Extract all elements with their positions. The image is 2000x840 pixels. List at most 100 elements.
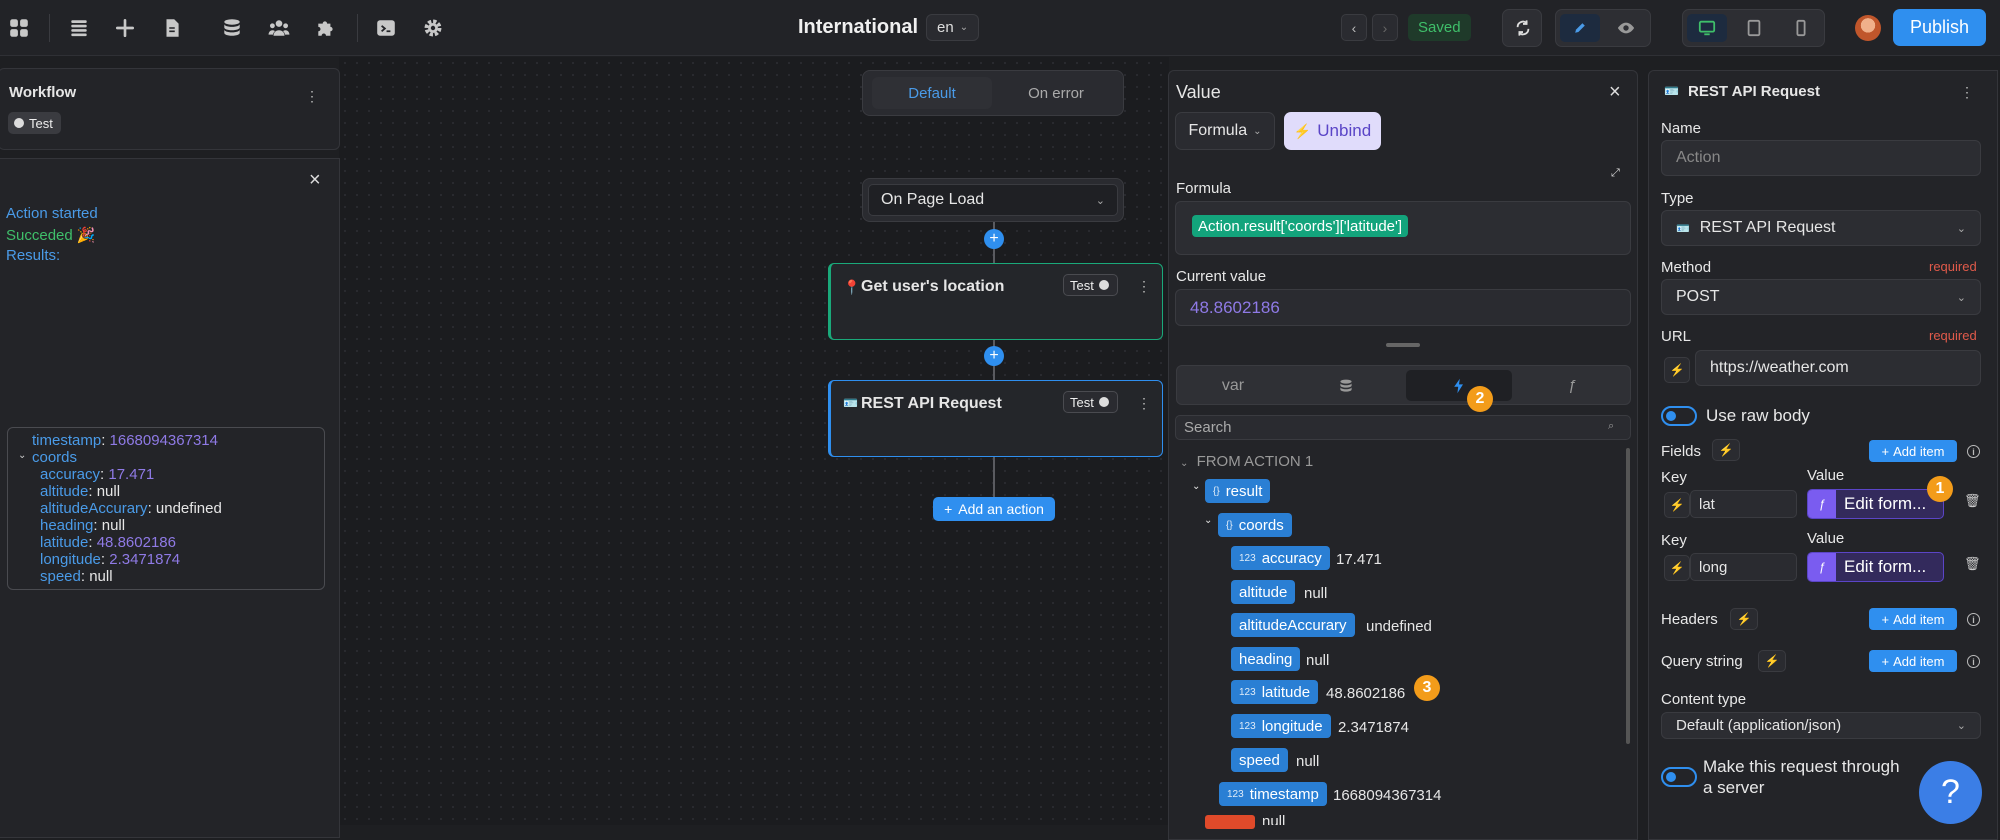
close-icon[interactable]: × [1609,82,1621,102]
action-get-location[interactable]: 📍 Get user's location Test ⋮ [828,263,1163,340]
search-input[interactable]: Search [1175,415,1631,440]
add-header-button[interactable]: + Add item [1869,608,1957,630]
tree-node-error[interactable] [1205,815,1255,829]
server-request-toggle[interactable] [1661,767,1697,787]
settings-gear-icon[interactable] [419,14,447,42]
apps-grid-icon[interactable] [5,14,33,42]
raw-body-toggle[interactable] [1661,406,1697,426]
action-test-button[interactable]: Test [1063,391,1118,413]
chevron-down-icon[interactable]: ⌄ [1204,515,1212,526]
close-icon[interactable]: × [309,170,321,190]
publish-button[interactable]: Publish [1893,9,1986,46]
mobile-view-button[interactable] [1781,14,1821,42]
preview-mode-button[interactable] [1606,14,1646,42]
tab-on-error[interactable]: On error [996,77,1116,109]
binding-mode-select[interactable]: Formula ⌄ [1175,112,1275,150]
plug-icon: ⚡ [1669,363,1685,377]
url-input[interactable]: https://weather.com [1695,350,1981,386]
tree-node-altitude-accuracy[interactable]: altitudeAccurary [1231,613,1355,637]
tree-node-altitude[interactable]: altitude [1231,580,1296,604]
desktop-view-button[interactable] [1687,14,1727,42]
database-icon[interactable] [218,14,246,42]
tree-header[interactable]: ⌄ FROM ACTION 1 [1180,453,1313,470]
result-separator: : [88,534,97,551]
test-label: Test [1070,394,1094,410]
layers-list-icon[interactable] [65,14,93,42]
add-field-button[interactable]: + Add item [1869,440,1957,462]
tablet-view-button[interactable] [1734,14,1774,42]
bind-headers-button[interactable]: ⚡ [1730,608,1758,630]
expand-icon[interactable]: ⤢ [1611,168,1620,179]
resize-handle[interactable] [1386,343,1420,347]
tab-workflow[interactable] [1406,370,1512,401]
more-options-icon[interactable]: ⋮ [1960,85,1974,99]
tab-variables[interactable]: var [1180,370,1286,401]
tree-header-label: FROM ACTION 1 [1196,453,1314,470]
page-icon[interactable] [158,14,186,42]
trash-icon[interactable]: 🗑 [1964,556,1981,572]
tree-node-speed[interactable]: speed [1231,748,1288,772]
step-badge-1: 1 [1927,476,1953,502]
tree-node-timestamp[interactable]: 123 timestamp [1219,782,1327,806]
plug-icon: ⚡ [1718,443,1734,457]
info-icon[interactable]: i [1967,445,1980,458]
user-avatar[interactable] [1855,15,1881,41]
tree-node-result[interactable]: {} result [1205,479,1271,503]
bind-key-button[interactable]: ⚡ [1664,492,1690,518]
edit-formula-button[interactable]: ƒ Edit form... [1807,552,1944,582]
bind-fields-button[interactable]: ⚡ [1712,439,1740,461]
users-icon[interactable] [265,14,293,42]
more-options-icon[interactable]: ⋮ [1137,396,1151,410]
field-key-input[interactable]: lat [1690,490,1797,518]
unbind-button[interactable]: ⚡ Unbind [1284,112,1381,150]
more-options-icon[interactable]: ⋮ [305,89,319,103]
chevron-left-icon: ‹ [1351,19,1357,36]
chevron-down-icon[interactable]: ⌄ [1192,481,1200,492]
content-type-select[interactable]: Default (application/json) ⌄ [1661,712,1981,739]
info-icon[interactable]: i [1967,655,1980,668]
type-select[interactable]: 🪪 REST API Request ⌄ [1661,210,1981,246]
chevron-down-icon[interactable]: ⌄ [18,447,26,464]
tab-data[interactable] [1293,370,1399,401]
plugins-puzzle-icon[interactable] [312,14,340,42]
edit-mode-button[interactable] [1560,14,1600,42]
database-icon [1340,379,1352,392]
divider [49,14,50,42]
help-button[interactable]: ? [1919,761,1982,824]
add-icon[interactable] [111,14,139,42]
method-select[interactable]: POST ⌄ [1661,279,1981,315]
sync-button[interactable] [1503,14,1543,42]
add-step-button[interactable]: + [984,229,1004,249]
tree-node-longitude[interactable]: 123 longitude [1231,714,1331,738]
field-key-input[interactable]: long [1690,553,1797,581]
terminal-icon[interactable] [372,14,400,42]
add-action-button[interactable]: + Add an action [933,497,1055,521]
info-icon[interactable]: i [1967,613,1980,626]
tree-node-latitude[interactable]: 123 latitude [1231,680,1319,704]
add-query-button[interactable]: + Add item [1869,650,1957,672]
action-rest-api[interactable]: 🪪 REST API Request Test ⋮ [828,380,1163,457]
tree-node-heading[interactable]: heading [1231,647,1301,671]
name-input[interactable]: Action [1661,140,1981,176]
trash-icon[interactable]: 🗑 [1964,493,1981,509]
more-options-icon[interactable]: ⋮ [1137,279,1151,293]
action-title: Get user's location [861,278,1005,295]
edit-formula-button[interactable]: ƒ Edit form... [1807,489,1944,519]
tree-node-accuracy[interactable]: 123 accuracy [1231,546,1330,570]
undo-button[interactable]: ‹ [1341,14,1367,41]
tab-formulas[interactable]: ƒ [1519,370,1625,401]
formula-editor[interactable]: Action.result['coords']['latitude'] [1175,201,1631,255]
log-action-started: Action started [6,205,98,222]
action-test-button[interactable]: Test [1063,274,1118,296]
tab-default[interactable]: Default [872,77,992,109]
bind-formula-button[interactable]: ⚡ [1664,357,1690,383]
trigger-select[interactable]: On Page Load ⌄ [868,184,1118,216]
tree-node-coords[interactable]: {} coords [1218,513,1292,537]
scrollbar[interactable] [1626,448,1630,744]
redo-button[interactable]: › [1372,14,1398,41]
language-select[interactable]: en ⌄ [926,14,980,41]
workflow-test-button[interactable]: Test [8,112,61,134]
bind-key-button[interactable]: ⚡ [1664,555,1690,581]
add-step-button[interactable]: + [984,346,1004,366]
bind-query-button[interactable]: ⚡ [1758,650,1786,672]
